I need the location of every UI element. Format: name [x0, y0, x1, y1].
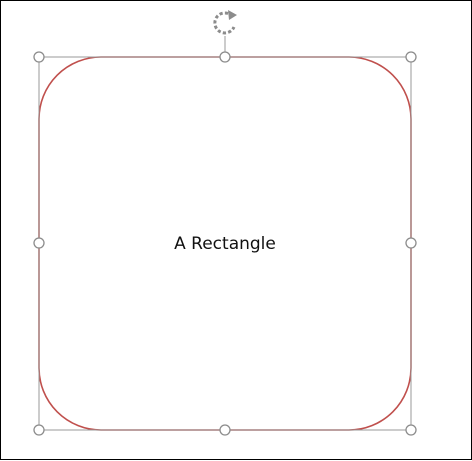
resize-handle-bottom-right[interactable] — [405, 424, 417, 436]
resize-handle-top-left[interactable] — [33, 51, 45, 63]
resize-handle-top[interactable] — [219, 51, 231, 63]
shape-stage — [33, 10, 417, 436]
slide-canvas: A Rectangle — [0, 0, 472, 460]
rotate-handle-icon[interactable] — [213, 10, 237, 35]
resize-handle-bottom-left[interactable] — [33, 424, 45, 436]
resize-handle-left[interactable] — [33, 237, 45, 249]
resize-handle-right[interactable] — [405, 237, 417, 249]
rounded-rectangle-shape[interactable] — [38, 56, 412, 431]
resize-handle-top-right[interactable] — [405, 51, 417, 63]
resize-handle-bottom[interactable] — [219, 424, 231, 436]
